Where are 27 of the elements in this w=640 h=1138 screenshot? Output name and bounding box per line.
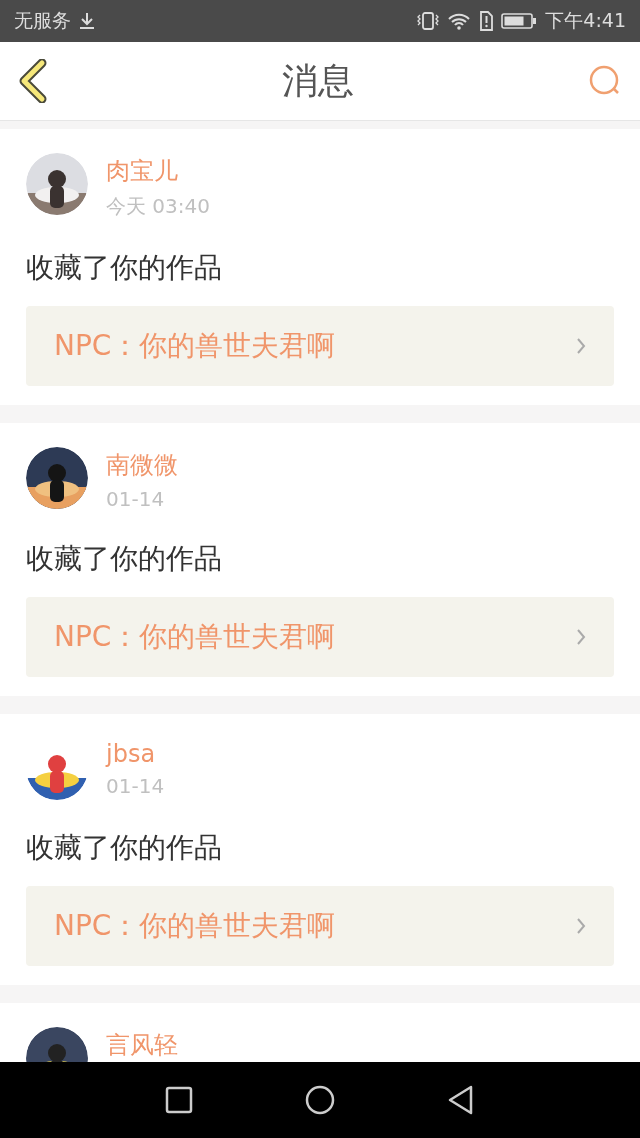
activity-text: 收藏了你的作品 bbox=[26, 830, 223, 866]
chevron-icon bbox=[576, 917, 586, 935]
wifi-icon bbox=[447, 11, 472, 31]
download-icon bbox=[79, 12, 95, 30]
user-name[interactable]: 言风轻 bbox=[106, 1029, 178, 1061]
message-time: 01-14 bbox=[106, 774, 165, 798]
message-time: 01-14 bbox=[106, 487, 166, 511]
carrier-text: 无服务 bbox=[14, 8, 71, 33]
user-name[interactable]: 南微微 bbox=[106, 449, 178, 481]
activity-text: 收藏了你的作品 bbox=[26, 250, 223, 286]
message-time: 今天 03:40 bbox=[106, 193, 210, 220]
sim-alert-icon bbox=[479, 11, 494, 31]
work-link[interactable]: NPC：你的兽世夫君啊 bbox=[26, 306, 614, 386]
chevron-icon bbox=[576, 628, 586, 646]
clock-text: 下午4:41 bbox=[545, 8, 626, 33]
activity-text: 收藏了你的作品 bbox=[26, 541, 223, 577]
page-title: 消息 bbox=[282, 58, 354, 103]
battery-icon bbox=[501, 12, 538, 30]
chevron-icon bbox=[576, 337, 586, 355]
vibrate-icon bbox=[417, 11, 440, 31]
user-name[interactable]: 肉宝儿 bbox=[106, 155, 210, 187]
back-icon[interactable] bbox=[18, 59, 48, 103]
home-icon[interactable] bbox=[304, 1084, 336, 1116]
user-name[interactable]: jbsa bbox=[106, 740, 165, 768]
work-link[interactable]: NPC：你的兽世夫君啊 bbox=[26, 886, 614, 966]
work-link[interactable]: NPC：你的兽世夫君啊 bbox=[26, 597, 614, 677]
recents-icon[interactable] bbox=[164, 1085, 194, 1115]
